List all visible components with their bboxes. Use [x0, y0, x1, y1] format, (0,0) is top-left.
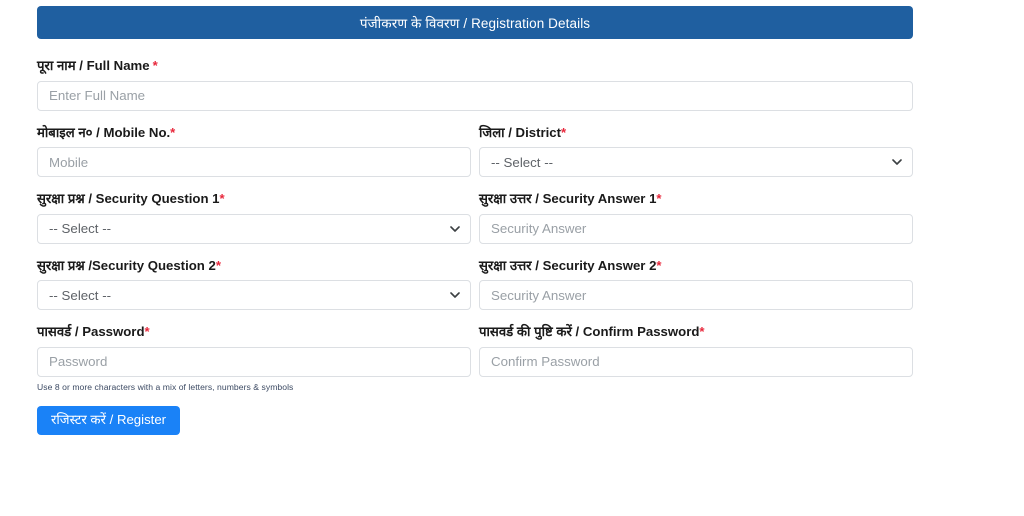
full-name-label-text: पूरा नाम / Full Name	[37, 58, 150, 73]
register-button[interactable]: रजिस्टर करें / Register	[37, 405, 181, 436]
required-asterisk: *	[152, 58, 158, 73]
security-answer-1-input[interactable]	[479, 213, 913, 244]
security-answer-2-label-text: सुरक्षा उत्तर / Security Answer 2	[479, 257, 657, 273]
required-asterisk: *	[656, 191, 662, 206]
password-help-text: Use 8 or more characters with a mix of l…	[37, 381, 294, 392]
registration-page: पंजीकरण के विवरण / Registration Details …	[0, 0, 1024, 516]
mobile-no-label: मोबाइल न० / Mobile No.*	[37, 125, 471, 142]
security-question-2-select-wrapper: -- Select --	[37, 280, 471, 310]
required-asterisk: *	[144, 324, 150, 339]
form-row-security-1: सुरक्षा प्रश्न / Security Question 1* --…	[37, 191, 913, 244]
mobile-no-label-text: मोबाइल न० / Mobile No.	[37, 124, 171, 140]
password-input[interactable]	[37, 346, 471, 377]
district-select-wrapper: -- Select --	[479, 147, 913, 177]
form-row-mobile-district: मोबाइल न० / Mobile No.* जिला / District*…	[37, 125, 913, 177]
field-group-security-question-1: सुरक्षा प्रश्न / Security Question 1* --…	[37, 191, 471, 244]
required-asterisk: *	[215, 257, 221, 273]
field-group-mobile-no: मोबाइल न० / Mobile No.*	[37, 125, 471, 177]
form-actions: रजिस्टर करें / Register	[37, 405, 913, 436]
security-question-1-select[interactable]: -- Select --	[37, 213, 471, 244]
form-row-security-2: सुरक्षा प्रश्न /Security Question 2* -- …	[37, 258, 913, 310]
security-answer-2-input[interactable]	[479, 280, 913, 310]
security-question-2-label: सुरक्षा प्रश्न /Security Question 2*	[37, 258, 471, 275]
field-group-security-answer-2: सुरक्षा उत्तर / Security Answer 2*	[479, 258, 913, 310]
confirm-password-input[interactable]	[479, 346, 913, 377]
full-name-input[interactable]	[37, 80, 913, 111]
required-asterisk: *	[170, 124, 176, 140]
mobile-no-input[interactable]	[37, 147, 471, 177]
required-asterisk: *	[560, 124, 567, 140]
security-answer-2-label: सुरक्षा उत्तर / Security Answer 2*	[479, 258, 913, 275]
required-asterisk: *	[656, 257, 662, 273]
field-group-confirm-password: पासवर्ड की पुष्टि करें / Confirm Passwor…	[479, 324, 913, 392]
form-row-full-name: पूरा नाम / Full Name *	[37, 58, 913, 111]
security-question-1-label-text: सुरक्षा प्रश्न / Security Question 1	[37, 191, 220, 206]
password-label: पासवर्ड / Password*	[37, 324, 471, 341]
field-group-password: पासवर्ड / Password* Use 8 or more charac…	[37, 324, 471, 392]
security-question-2-select[interactable]: -- Select --	[37, 280, 471, 310]
field-group-security-answer-1: सुरक्षा उत्तर / Security Answer 1*	[479, 191, 913, 244]
registration-form: पूरा नाम / Full Name* मोबाइल न० / Mobile…	[37, 58, 913, 436]
required-asterisk: *	[699, 324, 705, 339]
panel-header: पंजीकरण के विवरण / Registration Details	[37, 6, 913, 39]
security-question-2-label-text: सुरक्षा प्रश्न /Security Question 2	[37, 257, 216, 273]
security-answer-1-label: सुरक्षा उत्तर / Security Answer 1*	[479, 191, 913, 208]
field-group-security-question-2: सुरक्षा प्रश्न /Security Question 2* -- …	[37, 258, 471, 310]
security-question-1-select-wrapper: -- Select --	[37, 213, 471, 244]
confirm-password-label-text: पासवर्ड की पुष्टि करें / Confirm Passwor…	[479, 324, 700, 339]
required-asterisk: *	[219, 191, 225, 206]
full-name-label: पूरा नाम / Full Name *	[37, 58, 913, 75]
page-title: पंजीकरण के विवरण / Registration Details	[359, 15, 591, 31]
district-label: जिला / District*	[479, 125, 913, 142]
password-label-text: पासवर्ड / Password	[37, 324, 145, 339]
security-question-1-label: सुरक्षा प्रश्न / Security Question 1*	[37, 191, 471, 208]
district-select[interactable]: -- Select --	[479, 147, 913, 177]
field-group-district: जिला / District* -- Select --	[479, 125, 913, 177]
confirm-password-label: पासवर्ड की पुष्टि करें / Confirm Passwor…	[479, 324, 913, 341]
form-row-passwords: पासवर्ड / Password* Use 8 or more charac…	[37, 324, 913, 392]
district-label-text: जिला / District	[479, 124, 561, 140]
field-group-full-name: पूरा नाम / Full Name *	[37, 58, 913, 111]
security-answer-1-label-text: सुरक्षा उत्तर / Security Answer 1	[479, 191, 657, 206]
